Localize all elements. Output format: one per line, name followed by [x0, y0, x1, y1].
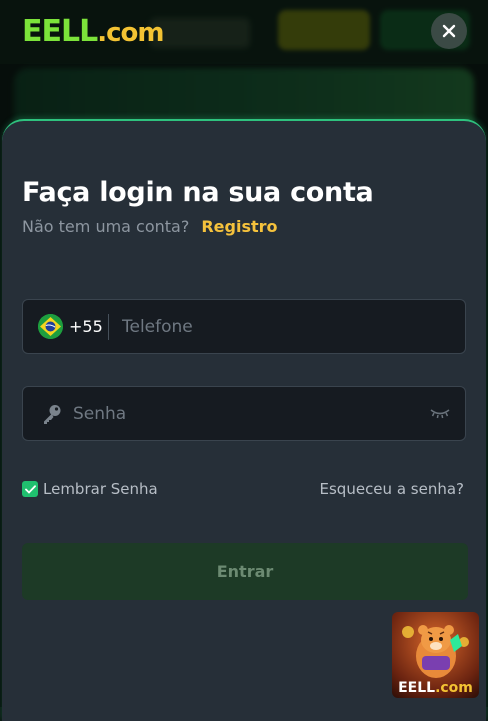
checkmark-icon	[24, 484, 36, 494]
password-field[interactable]	[22, 386, 466, 441]
promo-badge[interactable]: EELL.com	[392, 612, 479, 698]
eye-closed-icon[interactable]	[429, 406, 451, 420]
remember-checkbox[interactable]	[22, 481, 38, 497]
page-title: Faça login na sua conta	[22, 177, 374, 208]
promo-label-suffix: .com	[435, 680, 473, 696]
remember-password[interactable]: Lembrar Senha	[22, 480, 158, 498]
close-button[interactable]	[431, 13, 467, 49]
phone-input[interactable]	[122, 300, 442, 353]
phone-field[interactable]: +55	[22, 299, 466, 354]
key-icon	[44, 405, 61, 424]
remember-label[interactable]: Lembrar Senha	[43, 480, 158, 498]
forgot-password-link[interactable]: Esqueceu a senha?	[320, 480, 464, 498]
register-link[interactable]: Registro	[201, 217, 277, 236]
field-divider	[108, 314, 109, 340]
promo-label-main: EELL	[398, 680, 436, 696]
close-icon	[442, 24, 456, 38]
password-input[interactable]	[73, 387, 413, 440]
login-button[interactable]: Entrar	[22, 543, 468, 600]
no-account-prompt: Não tem uma conta? Registro	[22, 217, 278, 236]
logo-text: EELL	[22, 14, 98, 49]
brazil-flag-icon[interactable]	[38, 314, 63, 339]
no-account-text: Não tem uma conta?	[22, 217, 190, 236]
tiger-mascot-icon	[402, 625, 469, 678]
site-logo: EELL .com	[22, 14, 164, 49]
country-code[interactable]: +55	[69, 317, 103, 336]
logo-suffix: .com	[97, 18, 164, 48]
promo-label: EELL.com	[392, 680, 479, 696]
